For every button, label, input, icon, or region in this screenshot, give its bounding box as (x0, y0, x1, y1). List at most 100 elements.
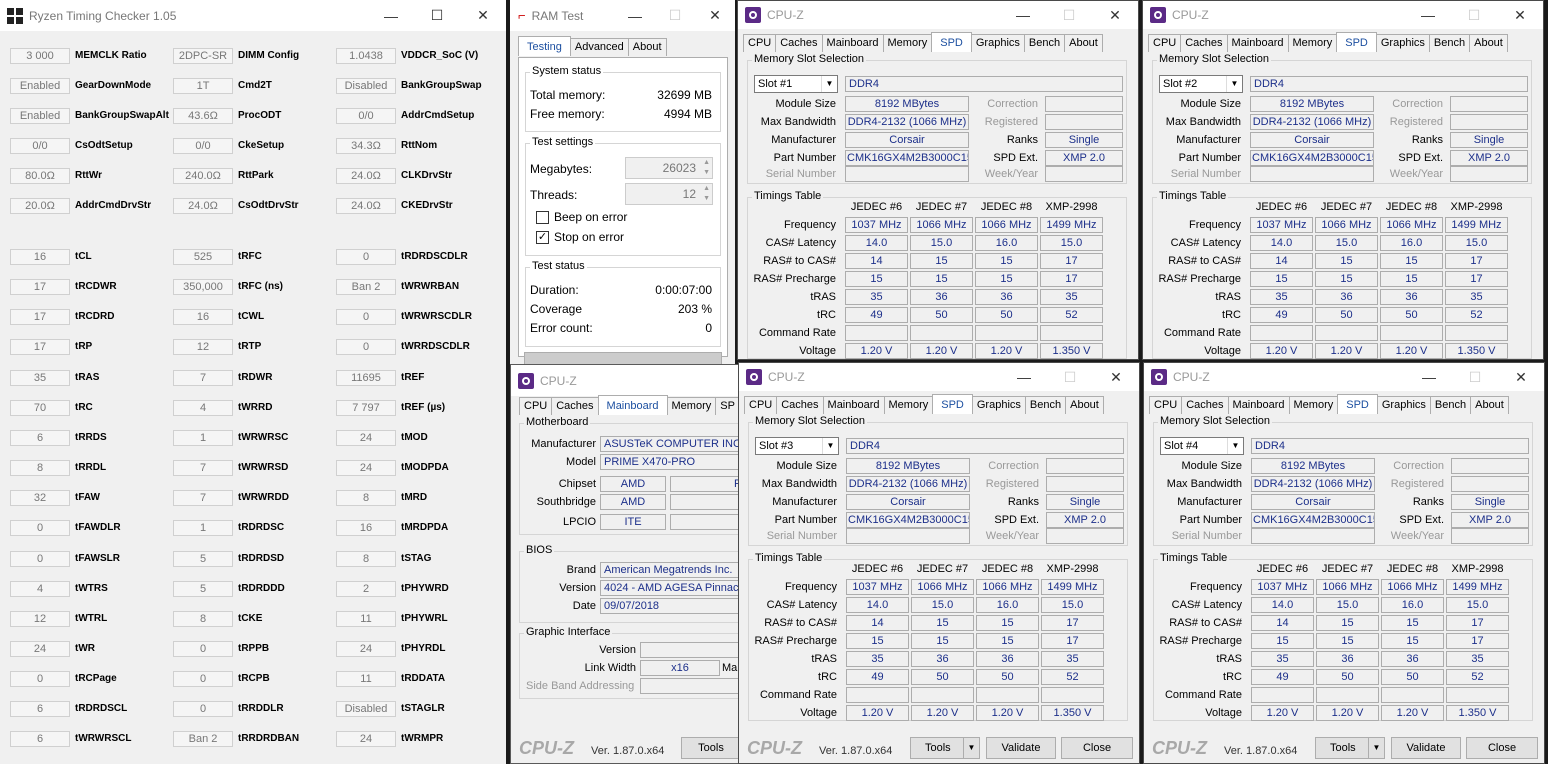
chevron-down-icon[interactable]: ▼ (963, 738, 979, 758)
beep-checkbox[interactable] (536, 211, 549, 224)
tab-about[interactable]: About (627, 38, 667, 56)
slot-group-label: Memory Slot Selection (1157, 53, 1272, 65)
manufacturer-value: Corsair (1250, 132, 1374, 148)
tab-memory[interactable]: Memory (1287, 34, 1338, 52)
tab-bench[interactable]: Bench (1429, 396, 1472, 414)
timing-cell: 52 (1446, 669, 1509, 685)
chevron-down-icon[interactable]: ▼ (1226, 76, 1242, 92)
close-button[interactable]: Close (1466, 737, 1538, 759)
tab-advanced[interactable]: Advanced (569, 38, 629, 56)
rtc-value-box: Disabled (336, 701, 396, 718)
validate-button[interactable]: Validate (986, 737, 1056, 759)
tools-button[interactable]: Tools ▼ (910, 737, 980, 759)
chevron-down-icon[interactable]: ▼ (822, 438, 838, 454)
tab-memory[interactable]: Memory (882, 34, 933, 52)
tab-memory[interactable]: Memory (883, 396, 934, 414)
tab-cpu[interactable]: CPU (519, 397, 553, 415)
tab-graphics[interactable]: Graphics (1375, 34, 1430, 52)
rtc-param-name: tRDRDDD (238, 582, 285, 594)
tab-caches[interactable]: Caches (776, 396, 824, 414)
validate-button[interactable]: Validate (1391, 737, 1461, 759)
tab-bench[interactable]: Bench (1428, 34, 1471, 52)
spinner-icon[interactable]: ▲ ▼ (703, 184, 710, 204)
tab-graphics[interactable]: Graphics (1376, 396, 1431, 414)
close-icon[interactable]: ✕ (1498, 363, 1544, 391)
tab-caches[interactable]: Caches (1180, 34, 1228, 52)
tab-mainboard[interactable]: Mainboard (1226, 34, 1289, 52)
tab-memory[interactable]: Memory (1288, 396, 1339, 414)
tab-about[interactable]: About (1470, 396, 1509, 414)
chevron-down-icon[interactable]: ▼ (1227, 438, 1243, 454)
stop-checkbox[interactable]: ✓ (536, 231, 549, 244)
tab-spd[interactable]: SPD (1337, 394, 1378, 414)
spd-ext-label: SPD Ext. (993, 152, 1038, 164)
southbridge-label: Southbridge (536, 496, 596, 508)
tab-spd[interactable]: SPD (1336, 32, 1377, 52)
rtc-value-box: 0/0 (173, 138, 233, 154)
timing-cell: 1.350 V (1041, 705, 1104, 721)
tab-caches[interactable]: Caches (551, 397, 599, 415)
timing-row-label: tRC (1222, 309, 1241, 321)
tab-about[interactable]: About (1064, 34, 1103, 52)
tab-mainboard[interactable]: Mainboard (822, 396, 885, 414)
tab-mainboard[interactable]: Mainboard (821, 34, 884, 52)
tab-graphics[interactable]: Graphics (970, 34, 1025, 52)
tab-bench[interactable]: Bench (1024, 396, 1067, 414)
megabytes-input[interactable]: 26023 ▲ ▼ (625, 157, 713, 179)
tab-spd[interactable]: SPD (931, 32, 972, 52)
timing-cell: 15 (1380, 253, 1443, 269)
tab-mainboard[interactable]: Mainboard (1227, 396, 1290, 414)
minimize-icon[interactable]: — (1000, 1, 1046, 29)
slot-select[interactable]: Slot #3 ▼ (755, 437, 839, 455)
chevron-down-icon[interactable]: ▼ (1368, 738, 1384, 758)
timing-row-label: Command Rate (1163, 327, 1241, 339)
timing-cell: 36 (1381, 651, 1444, 667)
tab-spd[interactable]: SP (715, 397, 740, 415)
registered-value (1046, 476, 1124, 492)
tab-mainboard[interactable]: Mainboard (597, 395, 668, 415)
bios-version-label: Version (559, 582, 596, 594)
tab-about[interactable]: About (1469, 34, 1508, 52)
tab-testing[interactable]: Testing (518, 36, 571, 56)
close-icon[interactable]: ✕ (1093, 363, 1139, 391)
timing-cell: 36 (1316, 651, 1379, 667)
slot-select[interactable]: Slot #4 ▼ (1160, 437, 1244, 455)
week-year-value (1046, 528, 1124, 544)
tab-caches[interactable]: Caches (775, 34, 823, 52)
minimize-icon[interactable]: — (1405, 1, 1451, 29)
tab-caches[interactable]: Caches (1181, 396, 1229, 414)
maximize-icon[interactable]: ☐ (414, 0, 460, 31)
slot-select[interactable]: Slot #2 ▼ (1159, 75, 1243, 93)
rtc-value-box: 0 (173, 640, 233, 657)
tab-cpu[interactable]: CPU (744, 396, 778, 414)
close-icon[interactable]: ✕ (460, 0, 506, 31)
tab-memory[interactable]: Memory (666, 397, 717, 415)
chevron-down-icon[interactable]: ▼ (821, 76, 837, 92)
slot-select[interactable]: Slot #1 ▼ (754, 75, 838, 93)
minimize-icon[interactable]: — (615, 0, 655, 31)
close-icon[interactable]: ✕ (695, 0, 735, 31)
rtc-param-name: CkeSetup (238, 140, 285, 151)
tab-cpu[interactable]: CPU (1148, 34, 1182, 52)
timing-cell: 15 (1250, 271, 1313, 287)
week-year-label: Week/Year (985, 530, 1039, 542)
minimize-icon[interactable]: — (368, 0, 414, 31)
close-button[interactable]: Close (1061, 737, 1133, 759)
timing-cell: 15 (1381, 633, 1444, 649)
tab-cpu[interactable]: CPU (1149, 396, 1183, 414)
spinner-icon[interactable]: ▲ ▼ (703, 158, 710, 178)
minimize-icon[interactable]: — (1406, 363, 1452, 391)
slot-group-label: Memory Slot Selection (1158, 415, 1273, 427)
tab-about[interactable]: About (1065, 396, 1104, 414)
close-icon[interactable]: ✕ (1092, 1, 1138, 29)
tab-bench[interactable]: Bench (1023, 34, 1066, 52)
tab-cpu[interactable]: CPU (743, 34, 777, 52)
minimize-icon[interactable]: — (1001, 363, 1047, 391)
timing-cell: 50 (1381, 669, 1444, 685)
tools-button[interactable]: Tools (681, 737, 741, 759)
tab-spd[interactable]: SPD (932, 394, 973, 414)
close-icon[interactable]: ✕ (1497, 1, 1543, 29)
threads-input[interactable]: 12 ▲ ▼ (625, 183, 713, 205)
tools-button[interactable]: Tools ▼ (1315, 737, 1385, 759)
tab-graphics[interactable]: Graphics (971, 396, 1026, 414)
